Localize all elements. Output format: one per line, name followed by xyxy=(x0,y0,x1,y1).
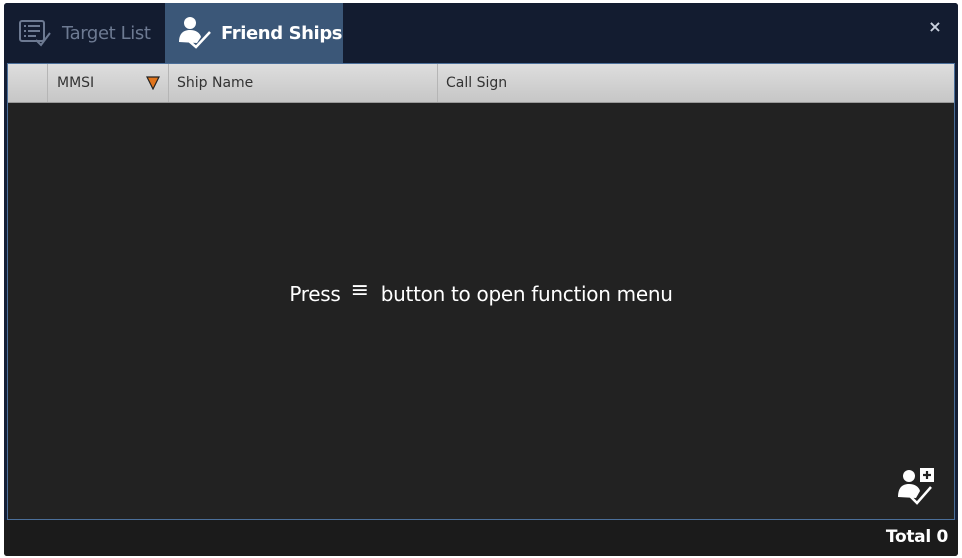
column-header-select[interactable] xyxy=(8,64,48,102)
column-header-call-sign[interactable]: Call Sign xyxy=(438,64,954,102)
menu-icon: ≡ xyxy=(350,278,369,303)
friend-ships-window: Target List Friend Ships × MMSI Ship Nam… xyxy=(4,3,958,556)
friend-ship-icon xyxy=(175,14,213,52)
tab-target-list[interactable]: Target List xyxy=(4,3,164,63)
tab-friend-ships[interactable]: Friend Ships xyxy=(165,3,343,63)
tab-target-list-label: Target List xyxy=(62,22,151,44)
tab-friend-ships-label: Friend Ships xyxy=(221,22,343,44)
target-list-icon xyxy=(16,14,54,52)
table-header: MMSI Ship Name Call Sign xyxy=(8,64,954,103)
close-icon: × xyxy=(928,16,942,36)
total-count: Total 0 xyxy=(885,527,948,547)
empty-message-prefix: Press xyxy=(289,282,341,306)
column-header-mmsi[interactable]: MMSI xyxy=(48,64,169,102)
empty-list-message: Press ≡ button to open function menu xyxy=(8,278,954,307)
column-header-ship-name-label: Ship Name xyxy=(177,75,254,91)
status-bar: Total 0 xyxy=(4,520,958,556)
friend-ship-list: MMSI Ship Name Call Sign Press ≡ button … xyxy=(7,63,955,520)
sort-descending-icon xyxy=(146,76,160,91)
column-header-ship-name[interactable]: Ship Name xyxy=(169,64,438,102)
title-bar: Target List Friend Ships × xyxy=(4,3,958,63)
column-header-mmsi-label: MMSI xyxy=(57,75,95,91)
empty-message-suffix: button to open function menu xyxy=(380,282,673,306)
column-header-call-sign-label: Call Sign xyxy=(446,75,508,91)
add-friend-ship-button[interactable] xyxy=(894,465,940,511)
add-friend-icon xyxy=(898,468,934,505)
close-button[interactable]: × xyxy=(926,16,944,36)
